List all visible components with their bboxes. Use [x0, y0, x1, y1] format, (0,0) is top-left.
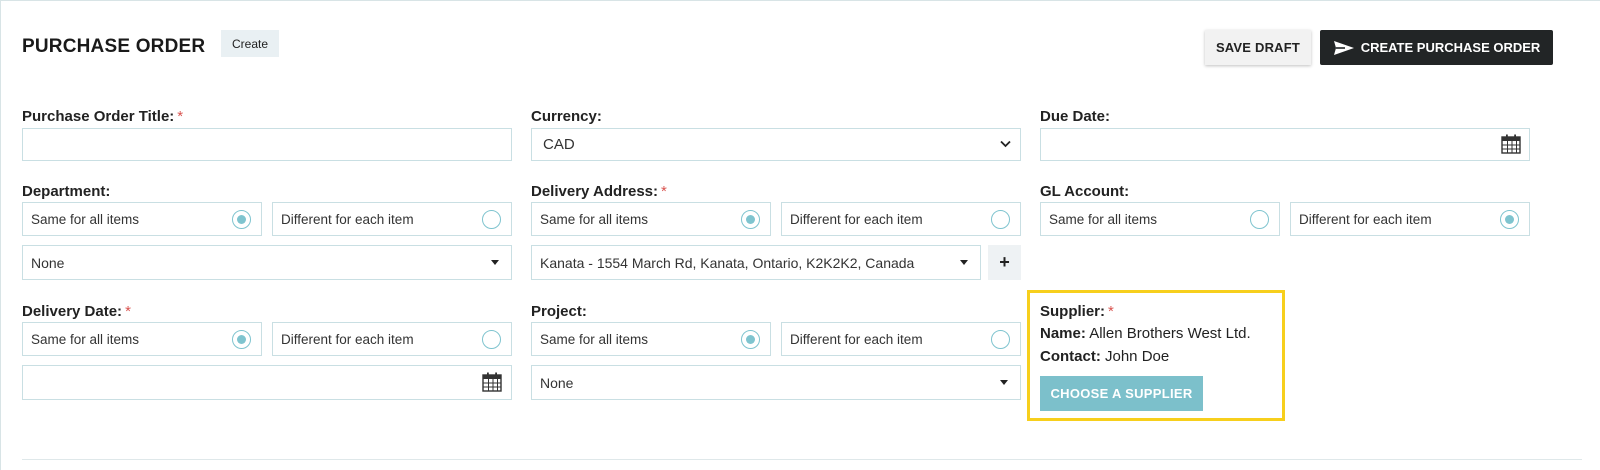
choose-supplier-button[interactable]: CHOOSE A SUPPLIER — [1040, 376, 1203, 411]
due-date-input[interactable] — [1040, 128, 1530, 161]
delivery-date-same-label: Same for all items — [31, 331, 140, 347]
delivery-address-dropdown[interactable]: Kanata - 1554 March Rd, Kanata, Ontario,… — [531, 245, 981, 280]
gl-account-same-option[interactable]: Same for all items — [1040, 202, 1280, 236]
currency-select[interactable]: CAD — [531, 128, 1021, 161]
delivery-address-same-radio[interactable] — [741, 210, 760, 229]
gl-account-different-label: Different for each item — [1299, 211, 1432, 227]
calendar-icon[interactable] — [1500, 133, 1522, 155]
project-same-option[interactable]: Same for all items — [531, 322, 771, 356]
required-mark: * — [1108, 303, 1114, 320]
delivery-address-label: Delivery Address: * — [531, 183, 667, 200]
delivery-address-same-label: Same for all items — [540, 211, 649, 227]
send-icon — [1333, 40, 1354, 55]
project-value: None — [540, 374, 574, 391]
project-different-radio[interactable] — [991, 330, 1010, 349]
project-different-label: Different for each item — [790, 331, 923, 347]
delivery-date-different-radio[interactable] — [482, 330, 501, 349]
currency-value: CAD — [543, 136, 575, 153]
supplier-name-value: Allen Brothers West Ltd. — [1089, 325, 1251, 342]
add-delivery-address-button[interactable]: + — [988, 245, 1021, 280]
department-value: None — [31, 254, 65, 271]
required-mark: * — [661, 183, 667, 200]
create-purchase-order-button[interactable]: CREATE PURCHASE ORDER — [1320, 30, 1553, 65]
delivery-date-input[interactable] — [22, 365, 512, 400]
calendar-icon[interactable] — [481, 371, 503, 393]
caret-down-icon — [491, 260, 499, 265]
caret-down-icon — [960, 260, 968, 265]
delivery-address-different-radio[interactable] — [991, 210, 1010, 229]
required-mark: * — [177, 108, 184, 125]
section-divider — [22, 459, 1582, 460]
supplier-name: Name: Allen Brothers West Ltd. — [1040, 325, 1251, 342]
required-mark: * — [125, 303, 131, 320]
department-dropdown[interactable]: None — [22, 245, 512, 280]
project-different-option[interactable]: Different for each item — [781, 322, 1021, 356]
delivery-date-label-text: Delivery Date: — [22, 303, 123, 320]
project-same-label: Same for all items — [540, 331, 649, 347]
project-same-radio[interactable] — [741, 330, 760, 349]
create-purchase-order-label: CREATE PURCHASE ORDER — [1360, 40, 1541, 55]
project-label: Project: — [531, 303, 587, 320]
project-dropdown[interactable]: None — [531, 365, 1021, 400]
delivery-address-different-option[interactable]: Different for each item — [781, 202, 1021, 236]
caret-down-icon — [1000, 380, 1008, 385]
page-title: PURCHASE ORDER — [22, 36, 206, 57]
supplier-contact: Contact: John Doe — [1040, 348, 1169, 365]
delivery-date-same-option[interactable]: Same for all items — [22, 322, 262, 356]
department-different-label: Different for each item — [281, 211, 414, 227]
department-label: Department: — [22, 183, 111, 200]
delivery-address-value: Kanata - 1554 March Rd, Kanata, Ontario,… — [540, 254, 915, 271]
gl-account-label: GL Account: — [1040, 183, 1130, 200]
purchase-order-title-input[interactable] — [22, 128, 512, 161]
purchase-order-title-label: Purchase Order Title: * — [22, 108, 183, 125]
department-same-option[interactable]: Same for all items — [22, 202, 262, 236]
delivery-address-different-label: Different for each item — [790, 211, 923, 227]
currency-label: Currency: — [531, 108, 602, 125]
supplier-contact-value: John Doe — [1105, 348, 1170, 365]
delivery-address-label-text: Delivery Address: — [531, 183, 659, 200]
supplier-name-label: Name: — [1040, 325, 1086, 342]
gl-account-same-radio[interactable] — [1250, 210, 1269, 229]
delivery-date-label: Delivery Date: * — [22, 303, 131, 320]
chevron-down-icon — [1000, 140, 1011, 148]
gl-account-same-label: Same for all items — [1049, 211, 1158, 227]
department-same-radio[interactable] — [232, 210, 251, 229]
purchase-order-title-label-text: Purchase Order Title: — [22, 108, 175, 125]
department-same-label: Same for all items — [31, 211, 140, 227]
status-badge: Create — [221, 30, 279, 57]
delivery-date-different-label: Different for each item — [281, 331, 414, 347]
supplier-label: Supplier: * — [1040, 303, 1114, 320]
supplier-contact-label: Contact: — [1040, 348, 1101, 365]
gl-account-different-option[interactable]: Different for each item — [1290, 202, 1530, 236]
due-date-label: Due Date: — [1040, 108, 1111, 125]
delivery-date-different-option[interactable]: Different for each item — [272, 322, 512, 356]
department-different-option[interactable]: Different for each item — [272, 202, 512, 236]
gl-account-different-radio[interactable] — [1500, 210, 1519, 229]
delivery-date-same-radio[interactable] — [232, 330, 251, 349]
supplier-label-text: Supplier: — [1040, 303, 1106, 320]
delivery-address-same-option[interactable]: Same for all items — [531, 202, 771, 236]
save-draft-button[interactable]: SAVE DRAFT — [1205, 30, 1311, 65]
department-different-radio[interactable] — [482, 210, 501, 229]
